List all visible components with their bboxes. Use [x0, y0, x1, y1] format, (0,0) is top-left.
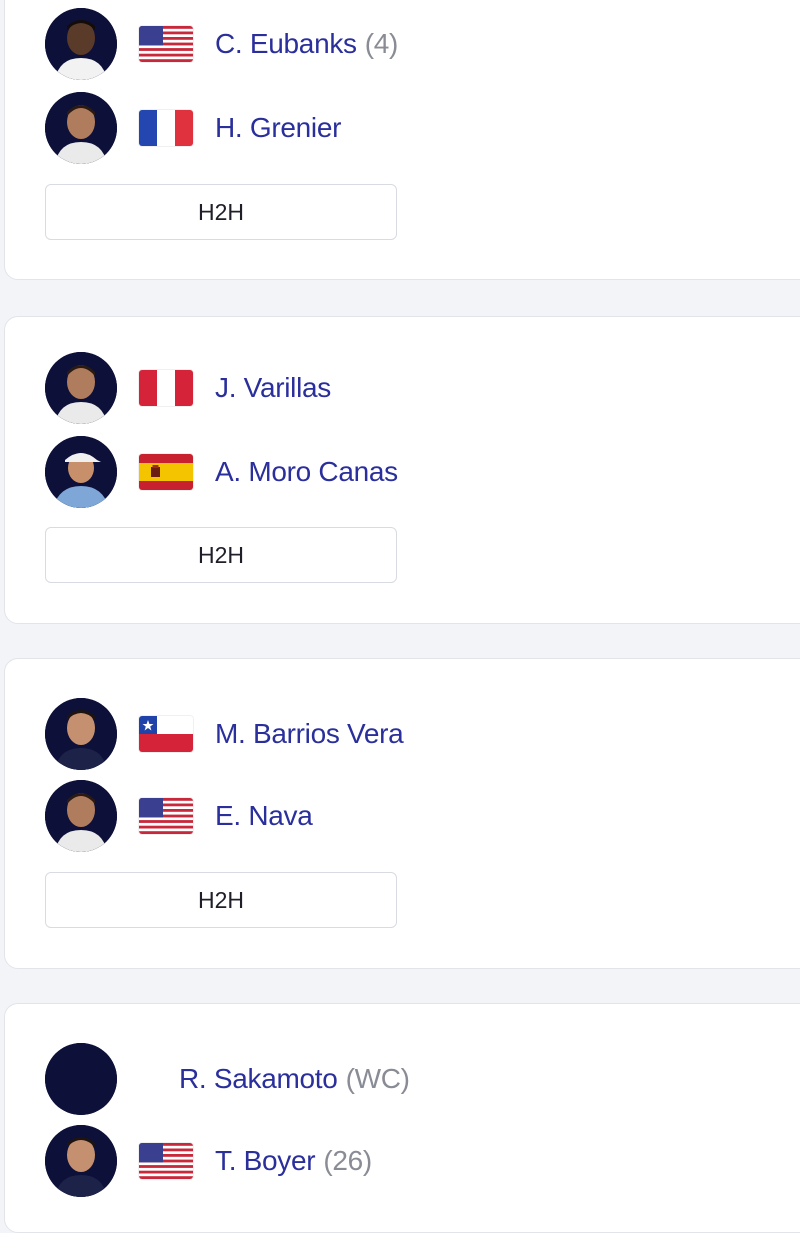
usa-flag-icon — [139, 798, 193, 834]
player-avatar — [45, 352, 117, 424]
player-row[interactable]: T. Boyer (26) — [45, 1124, 372, 1198]
player-avatar — [45, 92, 117, 164]
match-card: C. Eubanks (4) H. Grenier H2H — [4, 0, 800, 280]
player-avatar — [45, 780, 117, 852]
player-name[interactable]: H. Grenier — [215, 112, 341, 144]
player-row[interactable]: R. Sakamoto (WC) — [45, 1042, 410, 1116]
match-card: J. Varillas A. Moro Canas H2H — [4, 316, 800, 624]
match-card: R. Sakamoto (WC) T. Boyer (26) — [4, 1003, 800, 1233]
player-name[interactable]: E. Nava — [215, 800, 313, 832]
player-name[interactable]: J. Varillas — [215, 372, 331, 404]
spain-flag-icon — [139, 454, 193, 490]
player-seed: (26) — [323, 1145, 372, 1176]
player-row[interactable]: J. Varillas — [45, 351, 331, 425]
player-row[interactable]: E. Nava — [45, 779, 313, 853]
player-seed: (4) — [364, 28, 399, 59]
player-name[interactable]: C. Eubanks — [215, 28, 357, 60]
player-name[interactable]: T. Boyer — [215, 1145, 316, 1177]
player-row[interactable]: C. Eubanks (4) — [45, 7, 398, 81]
player-avatar — [45, 1125, 117, 1197]
h2h-button[interactable]: H2H — [45, 527, 397, 583]
player-name[interactable]: R. Sakamoto — [179, 1063, 338, 1095]
player-seed: (WC) — [345, 1063, 410, 1094]
player-row[interactable]: A. Moro Canas — [45, 435, 398, 509]
france-flag-icon — [139, 110, 193, 146]
peru-flag-icon — [139, 370, 193, 406]
usa-flag-icon — [139, 1143, 193, 1179]
chile-flag-icon — [139, 716, 193, 752]
player-avatar — [45, 1043, 117, 1115]
h2h-button[interactable]: H2H — [45, 184, 397, 240]
player-avatar — [45, 8, 117, 80]
player-avatar — [45, 698, 117, 770]
player-avatar — [45, 436, 117, 508]
player-row[interactable]: H. Grenier — [45, 91, 341, 165]
match-card: M. Barrios Vera E. Nava H2H — [4, 658, 800, 969]
player-row[interactable]: M. Barrios Vera — [45, 697, 404, 771]
player-name[interactable]: M. Barrios Vera — [215, 718, 404, 750]
usa-flag-icon — [139, 26, 193, 62]
h2h-button[interactable]: H2H — [45, 872, 397, 928]
player-name[interactable]: A. Moro Canas — [215, 456, 398, 488]
